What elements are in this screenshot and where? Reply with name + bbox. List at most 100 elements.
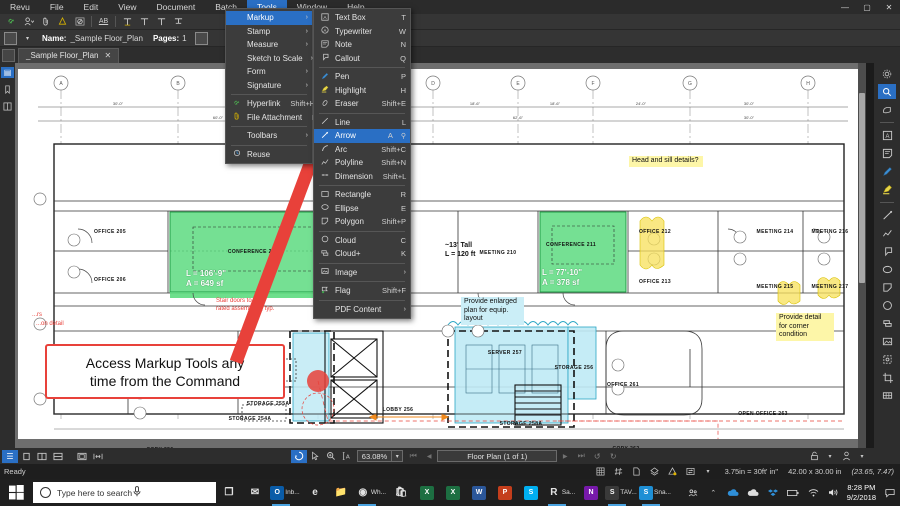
menu-item-note[interactable]: NoteN [314, 38, 410, 52]
menu-document[interactable]: Document [146, 0, 205, 14]
zoom-level-control[interactable]: 63.08% ▾ [357, 450, 403, 462]
image-icon[interactable] [878, 334, 896, 349]
page-setup-icon[interactable] [630, 466, 643, 477]
menu-revu[interactable]: Revu [0, 0, 40, 14]
markup-tools-callout[interactable]: Access Markup Tools any time from the Co… [45, 344, 285, 399]
text-align-middle-icon[interactable] [136, 15, 153, 29]
red-markup-note[interactable]: Stair doors to firerated assemblies, typ… [216, 298, 274, 313]
microphone-icon[interactable] [133, 486, 209, 499]
add-page-icon[interactable] [195, 32, 208, 45]
polygon-icon[interactable] [878, 280, 896, 295]
document-dropdown-icon[interactable]: ▾ [19, 31, 36, 45]
lock-dropdown-icon[interactable]: ▾ [822, 450, 838, 463]
file-explorer-icon[interactable]: 📁 [328, 479, 354, 506]
volume-icon[interactable] [827, 487, 840, 498]
bell-icon[interactable] [54, 15, 71, 29]
layers-panel-icon[interactable] [1, 101, 14, 112]
zoom-icon[interactable] [323, 450, 339, 463]
grid-icon[interactable] [594, 466, 607, 477]
first-page-icon[interactable]: ⏮ [405, 450, 421, 463]
store-icon[interactable]: 🛍 [388, 479, 414, 506]
crop-icon[interactable] [878, 370, 896, 385]
cloud-plus-icon[interactable] [878, 316, 896, 331]
snap-icon[interactable] [612, 466, 625, 477]
split-horizontal-icon[interactable] [50, 450, 66, 463]
next-page-icon[interactable]: ▶ [557, 450, 573, 463]
menu-item-pdf-content[interactable]: PDF Content› [314, 303, 410, 317]
text-box-icon[interactable]: A [878, 128, 896, 143]
onedrive-blue-icon[interactable] [727, 487, 740, 498]
menu-item-hyperlink[interactable]: HyperlinkShift+H [226, 97, 312, 111]
text-align-bottom-icon[interactable] [153, 15, 170, 29]
menu-item-text-box[interactable]: AText BoxT [314, 11, 410, 25]
word-icon[interactable]: W [466, 479, 492, 506]
menu-item-flag[interactable]: FlagShift+F [314, 284, 410, 298]
cloud-icon[interactable] [878, 298, 896, 313]
zoom-dropdown-icon[interactable]: ▾ [391, 451, 402, 461]
text-select-icon[interactable]: A [339, 450, 355, 463]
snagit-icon[interactable]: SSna... [638, 479, 672, 506]
area-measurement-label[interactable]: L = 106'-9"A = 649 sf [186, 269, 226, 289]
annotation-vert-text[interactable]: ~13' TallL = 120 ft [442, 241, 482, 260]
menu-item-ellipse[interactable]: EllipseE [314, 202, 410, 216]
select-icon[interactable] [307, 450, 323, 463]
task-view-icon[interactable]: ❐ [216, 479, 242, 506]
wifi-icon[interactable] [807, 487, 820, 498]
callout-icon[interactable] [878, 244, 896, 259]
highlight-icon[interactable] [878, 182, 896, 197]
thumbnails-icon[interactable] [878, 102, 896, 117]
user-icon[interactable] [838, 450, 854, 463]
paperclip-icon[interactable] [37, 15, 54, 29]
calibrate-icon[interactable] [666, 466, 679, 477]
menu-item-sketch-to-scale[interactable]: Sketch to Scale› [226, 52, 312, 66]
stamp-person-icon[interactable] [20, 15, 37, 29]
maximize-button[interactable]: ▢ [856, 0, 878, 14]
taskbar-search-box[interactable]: Type here to search [33, 482, 216, 503]
excel-icon[interactable]: X [414, 479, 440, 506]
dropbox-icon[interactable] [767, 487, 780, 498]
text-align-top-icon[interactable] [119, 15, 136, 29]
tab-close-icon[interactable]: ✕ [104, 51, 111, 60]
menu-item-polyline[interactable]: PolylineShift+N [314, 156, 410, 170]
powerpoint-icon[interactable]: P [492, 479, 518, 506]
area-measurement-label[interactable]: L = 77'-10"A = 378 sf [542, 268, 582, 288]
menu-item-measure[interactable]: Measure› [226, 38, 312, 52]
onedrive-white-icon[interactable] [747, 487, 760, 498]
two-page-icon[interactable] [34, 450, 50, 463]
menu-item-highlight[interactable]: HighlightH [314, 84, 410, 98]
view-selector[interactable]: Floor Plan (1 of 1) [437, 450, 557, 462]
thumbnails-panel-icon[interactable]: ▤ [1, 67, 14, 78]
menu-item-form[interactable]: Form› [226, 65, 312, 79]
annotation-head-sill[interactable]: Head and sill details? [629, 156, 703, 167]
menu-view[interactable]: View [108, 0, 146, 14]
vertical-scrollbar[interactable] [858, 63, 866, 448]
battery-icon[interactable] [787, 487, 800, 498]
list-view-icon[interactable]: ☰ [2, 450, 18, 463]
last-page-icon[interactable]: ⏭ [573, 450, 589, 463]
tab-list-icon[interactable] [2, 49, 15, 62]
bookmarks-panel-icon[interactable] [1, 84, 14, 95]
menu-item-toolbars[interactable]: Toolbars› [226, 129, 312, 143]
outlook-icon[interactable]: OInb... [268, 479, 302, 506]
menu-item-line[interactable]: LineL [314, 116, 410, 130]
onenote-icon[interactable]: N [578, 479, 604, 506]
skype-icon[interactable]: S [518, 479, 544, 506]
notification-center-icon[interactable] [883, 487, 896, 498]
search-icon[interactable] [878, 84, 896, 99]
menu-item-file-attachment[interactable]: File AttachmentF [226, 111, 312, 125]
pan-icon[interactable] [291, 450, 307, 463]
spellcheck-icon[interactable]: AB [95, 15, 112, 29]
minimize-button[interactable]: — [834, 0, 856, 14]
sync-icon[interactable] [684, 466, 697, 477]
fit-page-icon[interactable] [74, 450, 90, 463]
people-icon[interactable] [687, 487, 700, 498]
menu-item-stamp[interactable]: Stamp› [226, 25, 312, 39]
menu-item-dimension[interactable]: DimensionShift+L [314, 170, 410, 184]
annotation-corner[interactable]: Provide detail for corner condition [776, 313, 834, 341]
layers-icon[interactable] [648, 466, 661, 477]
menu-item-callout[interactable]: CalloutQ [314, 52, 410, 66]
chrome-icon[interactable]: ◉Wh... [354, 479, 388, 506]
link-icon[interactable] [3, 15, 20, 29]
menu-item-cloud[interactable]: CloudC [314, 234, 410, 248]
fit-width-icon[interactable] [90, 450, 106, 463]
